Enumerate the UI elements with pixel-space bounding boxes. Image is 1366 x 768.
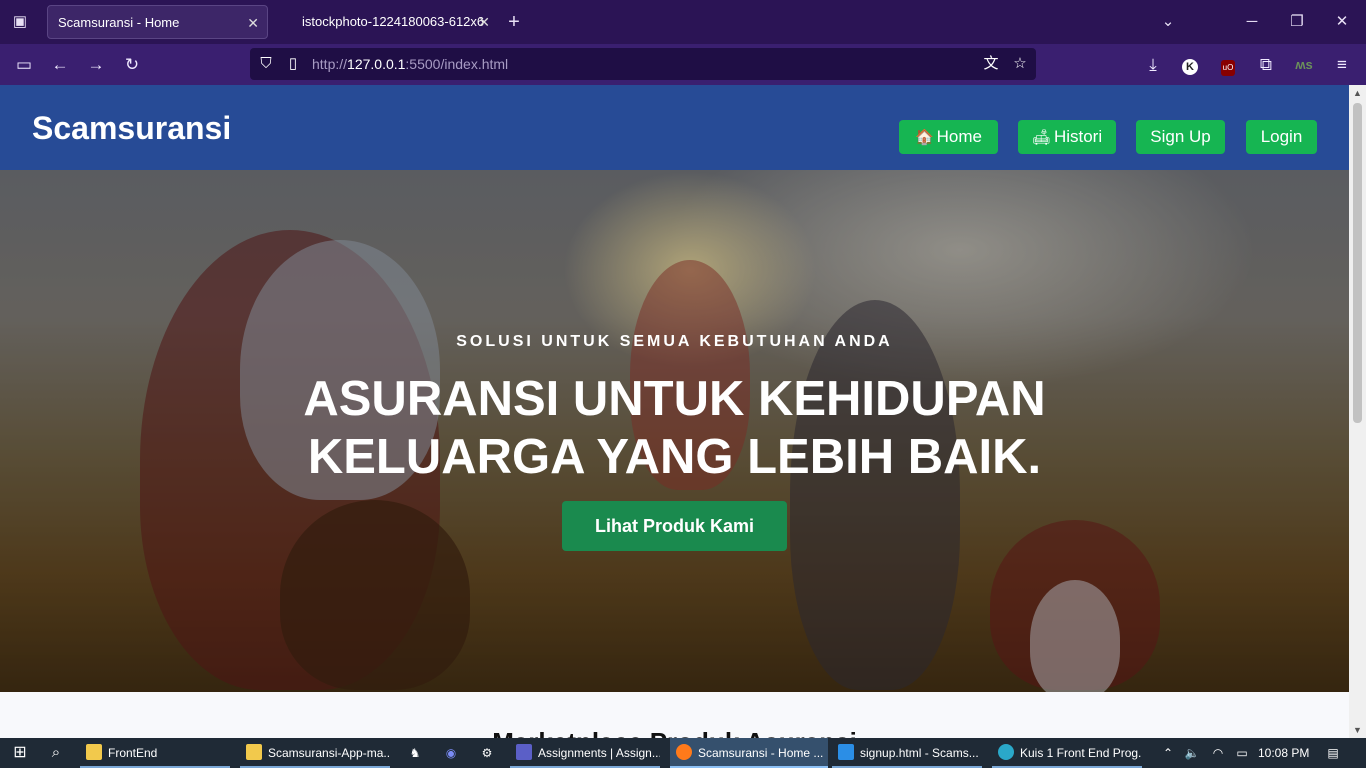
start-windows-icon[interactable]: ⊞ <box>8 738 32 768</box>
hero-title-line-1: ASURANSI UNTUK KEHIDUPAN <box>303 372 1046 426</box>
browser-nav-bar: ▭ ← → ↻ ⛉ ▯ http://127.0.0.1:5500/index.… <box>0 44 1366 85</box>
address-bar[interactable]: ⛉ ▯ http://127.0.0.1:5500/index.html 文 ☆ <box>250 48 1036 80</box>
notifications-icon[interactable]: ▤ <box>1322 738 1344 768</box>
taskbar-vscode-signup[interactable]: signup.html - Scams... <box>832 738 982 768</box>
extension-ds-icon[interactable]: ʍs <box>1291 52 1317 78</box>
tray-chevron-icon[interactable]: ⌃ <box>1158 738 1178 768</box>
new-tab-icon[interactable]: + <box>502 10 526 34</box>
discord-icon[interactable]: ◉ <box>440 738 462 768</box>
close-tab-icon[interactable]: ✕ <box>478 5 490 39</box>
menu-hamburger-icon[interactable]: ≡ <box>1329 52 1355 78</box>
sidebar-toggle-icon[interactable]: ▭ <box>11 52 37 78</box>
vscode-icon <box>838 744 854 760</box>
bookmark-star-icon[interactable]: ☆ <box>1009 53 1031 75</box>
tab-overview-icon[interactable]: ▣ <box>8 10 32 34</box>
house-icon: 🏠 <box>914 129 934 146</box>
hero-banner: SOLUSI UNTUK SEMUA KEBUTUHAN ANDA ASURAN… <box>0 170 1349 692</box>
close-tab-icon[interactable]: ✕ <box>247 6 259 38</box>
tab-list-chevron-icon[interactable]: ⌄ <box>1156 10 1180 34</box>
nav-signup-button[interactable]: Sign Up <box>1136 120 1225 154</box>
nav-home-label: Home <box>936 127 983 146</box>
ublock-icon[interactable]: uO <box>1215 52 1241 78</box>
battery-icon[interactable]: ▭ <box>1232 738 1252 768</box>
hero-subtitle: SOLUSI UNTUK SEMUA KEBUTUHAN ANDA <box>456 333 893 350</box>
nav-login-label: Login <box>1260 127 1303 146</box>
steam-icon[interactable]: ⚙ <box>476 738 498 768</box>
downloads-icon[interactable]: ⤓ <box>1140 52 1166 78</box>
taskbar-firefox-scamsuransi[interactable]: Scamsuransi - Home ... <box>670 738 828 768</box>
close-window-icon[interactable]: ✕ <box>1330 10 1354 34</box>
fox-app-icon[interactable]: ♞ <box>404 738 426 768</box>
page-icon[interactable]: ▯ <box>282 53 304 75</box>
hero-title: ASURANSI UNTUK KEHIDUPAN KELUARGA YANG L… <box>0 370 1349 486</box>
url-text[interactable]: http://127.0.0.1:5500/index.html <box>312 56 508 72</box>
nav-histori-button[interactable]: 🛋 Histori <box>1018 120 1116 154</box>
nav-home-button[interactable]: 🏠 Home <box>899 120 998 154</box>
taskbar-teams-assignments[interactable]: Assignments | Assign... <box>510 738 660 768</box>
taskbar-frontend[interactable]: FrontEnd <box>80 738 230 768</box>
taskbar-edge-kuis[interactable]: Kuis 1 Front End Prog... <box>992 738 1142 768</box>
edge-icon <box>998 744 1014 760</box>
nav-signup-label: Sign Up <box>1150 127 1211 146</box>
page-scrollbar[interactable]: ▲ ▼ <box>1349 85 1366 738</box>
tab-istockphoto[interactable]: istockphoto-1224180063-612x6 ✕ <box>292 5 492 39</box>
page-viewport: Scamsuransi 🏠 Home 🛋 Histori Sign Up Login… <box>0 85 1349 738</box>
search-icon[interactable]: ⌕ <box>44 738 68 768</box>
hero-title-line-2: KELUARGA YANG LEBIH BAIK. <box>307 430 1042 484</box>
nav-login-button[interactable]: Login <box>1246 120 1317 154</box>
translate-icon[interactable]: 文 <box>980 53 1002 75</box>
reload-icon[interactable]: ↻ <box>119 52 145 78</box>
scroll-down-icon[interactable]: ▼ <box>1349 722 1366 738</box>
extension-k-icon[interactable]: K <box>1177 52 1203 78</box>
windows-taskbar: ⊞ ⌕ FrontEnd Scamsuransi-App-ma... ♞ ◉ ⚙… <box>0 738 1366 768</box>
teams-icon <box>516 744 532 760</box>
nav-histori-label: Histori <box>1053 127 1103 146</box>
volume-icon[interactable]: 🔈 <box>1182 738 1202 768</box>
site-brand[interactable]: Scamsuransi <box>32 110 231 147</box>
folder-icon <box>246 744 262 760</box>
tab-title: Scamsuransi - Home <box>58 15 180 30</box>
scroll-up-icon[interactable]: ▲ <box>1349 85 1366 101</box>
back-icon[interactable]: ← <box>47 52 73 78</box>
minimize-icon[interactable]: ─ <box>1240 10 1264 34</box>
tab-title: istockphoto-1224180063-612x6 <box>302 14 485 29</box>
forward-icon[interactable]: → <box>83 52 109 78</box>
sofa-icon: 🛋 <box>1031 129 1051 146</box>
site-header: Scamsuransi 🏠 Home 🛋 Histori Sign Up Login <box>0 85 1349 170</box>
scrollbar-thumb[interactable] <box>1353 103 1362 423</box>
shield-icon[interactable]: ⛉ <box>255 53 277 75</box>
folder-icon <box>86 744 102 760</box>
wifi-icon[interactable]: ◠ <box>1208 738 1228 768</box>
view-products-button[interactable]: Lihat Produk Kami <box>562 501 787 551</box>
restore-icon[interactable]: ❐ <box>1285 10 1309 34</box>
firefox-icon <box>676 744 692 760</box>
section-title: Marketplace Produk Asuransi <box>0 727 1349 738</box>
tab-scamsuransi-home[interactable]: Scamsuransi - Home ✕ <box>47 5 268 39</box>
taskbar-clock[interactable]: 10:08 PM <box>1258 738 1310 768</box>
taskbar-scamsuransi-app[interactable]: Scamsuransi-App-ma... <box>240 738 390 768</box>
extensions-puzzle-icon[interactable]: ⧉ <box>1253 52 1279 78</box>
browser-tab-bar: ▣ Scamsuransi - Home ✕ istockphoto-12241… <box>0 0 1366 44</box>
